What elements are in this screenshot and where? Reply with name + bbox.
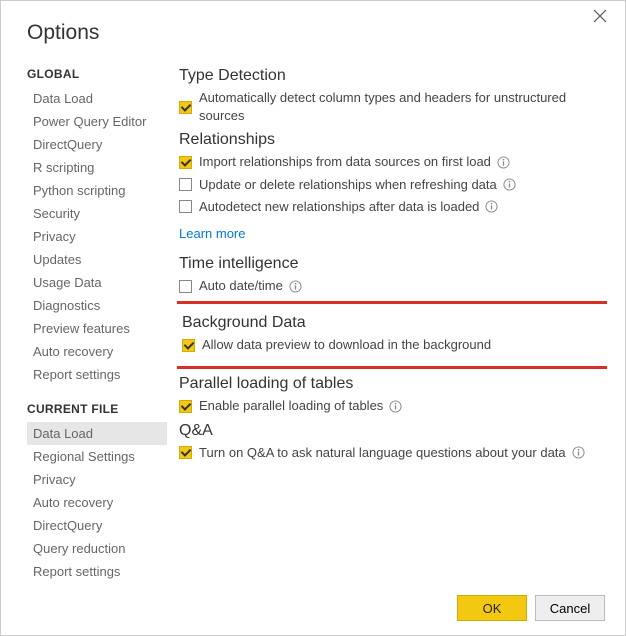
- checkbox[interactable]: [179, 280, 192, 293]
- checkbox[interactable]: [179, 101, 192, 114]
- option-label: Auto date/time: [199, 277, 283, 295]
- sidebar-item[interactable]: Security: [27, 202, 167, 225]
- option-label: Autodetect new relationships after data …: [199, 198, 479, 216]
- sidebar-item[interactable]: Report settings: [27, 560, 167, 583]
- info-icon[interactable]: [497, 156, 510, 169]
- option-label: Update or delete relationships when refr…: [199, 176, 497, 194]
- info-icon[interactable]: [572, 446, 585, 459]
- info-icon[interactable]: [485, 200, 498, 213]
- sidebar-item[interactable]: Power Query Editor: [27, 110, 167, 133]
- option-label: Turn on Q&A to ask natural language ques…: [199, 444, 566, 462]
- content-pane: Type Detection Automatically detect colu…: [177, 61, 607, 585]
- option-row: Enable parallel loading of tables: [179, 397, 607, 415]
- nav-group-label: CURRENT FILE: [27, 402, 167, 416]
- options-dialog: Options GLOBAL Data LoadPower Query Edit…: [1, 1, 625, 635]
- sidebar-item[interactable]: Query reduction: [27, 537, 167, 560]
- section-time-intelligence: Time intelligence Auto date/time: [179, 255, 607, 295]
- option-label: Enable parallel loading of tables: [199, 397, 383, 415]
- section-qna: Q&A Turn on Q&A to ask natural language …: [179, 422, 607, 462]
- sidebar-item[interactable]: Data Load: [27, 87, 167, 110]
- option-row: Allow data preview to download in the ba…: [182, 336, 604, 354]
- section-heading: Time intelligence: [179, 255, 607, 273]
- option-row: Update or delete relationships when refr…: [179, 176, 607, 194]
- section-type-detection: Type Detection Automatically detect colu…: [179, 67, 607, 125]
- section-heading: Background Data: [182, 314, 604, 332]
- checkbox[interactable]: [179, 400, 192, 413]
- sidebar-item[interactable]: Privacy: [27, 468, 167, 491]
- sidebar: GLOBAL Data LoadPower Query EditorDirect…: [27, 61, 167, 585]
- section-heading: Relationships: [179, 131, 607, 149]
- sidebar-item[interactable]: Usage Data: [27, 271, 167, 294]
- section-background-data: Background Data Allow data preview to do…: [182, 314, 604, 354]
- option-label: Automatically detect column types and he…: [199, 89, 607, 125]
- option-row: Auto date/time: [179, 277, 607, 295]
- close-button[interactable]: [593, 9, 611, 27]
- section-relationships: Relationships Import relationships from …: [179, 131, 607, 249]
- checkbox[interactable]: [179, 156, 192, 169]
- option-row: Autodetect new relationships after data …: [179, 198, 607, 216]
- learn-more-link[interactable]: Learn more: [179, 226, 245, 241]
- nav-group-label: GLOBAL: [27, 67, 167, 81]
- dialog-footer: OK Cancel: [27, 585, 607, 635]
- nav-group-current-file: CURRENT FILE Data LoadRegional SettingsP…: [27, 402, 167, 583]
- sidebar-item[interactable]: Preview features: [27, 317, 167, 340]
- section-parallel-loading: Parallel loading of tables Enable parall…: [179, 375, 607, 415]
- info-icon[interactable]: [503, 178, 516, 191]
- sidebar-item[interactable]: R scripting: [27, 156, 167, 179]
- highlighted-section: Background Data Allow data preview to do…: [177, 301, 607, 369]
- sidebar-item[interactable]: Updates: [27, 248, 167, 271]
- sidebar-item[interactable]: Report settings: [27, 363, 167, 386]
- sidebar-item[interactable]: Python scripting: [27, 179, 167, 202]
- sidebar-item[interactable]: Regional Settings: [27, 445, 167, 468]
- info-icon[interactable]: [289, 280, 302, 293]
- option-label: Allow data preview to download in the ba…: [202, 336, 491, 354]
- section-heading: Type Detection: [179, 67, 607, 85]
- checkbox[interactable]: [179, 200, 192, 213]
- option-row: Turn on Q&A to ask natural language ques…: [179, 444, 607, 462]
- dialog-title: Options: [27, 21, 607, 45]
- nav-group-global: GLOBAL Data LoadPower Query EditorDirect…: [27, 67, 167, 386]
- sidebar-item[interactable]: Privacy: [27, 225, 167, 248]
- sidebar-item[interactable]: DirectQuery: [27, 514, 167, 537]
- sidebar-item[interactable]: DirectQuery: [27, 133, 167, 156]
- info-icon[interactable]: [389, 400, 402, 413]
- option-row: Import relationships from data sources o…: [179, 153, 607, 171]
- sidebar-item[interactable]: Auto recovery: [27, 340, 167, 363]
- sidebar-item[interactable]: Auto recovery: [27, 491, 167, 514]
- option-row: Automatically detect column types and he…: [179, 89, 607, 125]
- section-heading: Q&A: [179, 422, 607, 440]
- checkbox[interactable]: [182, 339, 195, 352]
- ok-button[interactable]: OK: [457, 595, 527, 621]
- option-label: Import relationships from data sources o…: [199, 153, 491, 171]
- sidebar-item[interactable]: Data Load: [27, 422, 167, 445]
- checkbox[interactable]: [179, 446, 192, 459]
- checkbox[interactable]: [179, 178, 192, 191]
- cancel-button[interactable]: Cancel: [535, 595, 605, 621]
- sidebar-item[interactable]: Diagnostics: [27, 294, 167, 317]
- section-heading: Parallel loading of tables: [179, 375, 607, 393]
